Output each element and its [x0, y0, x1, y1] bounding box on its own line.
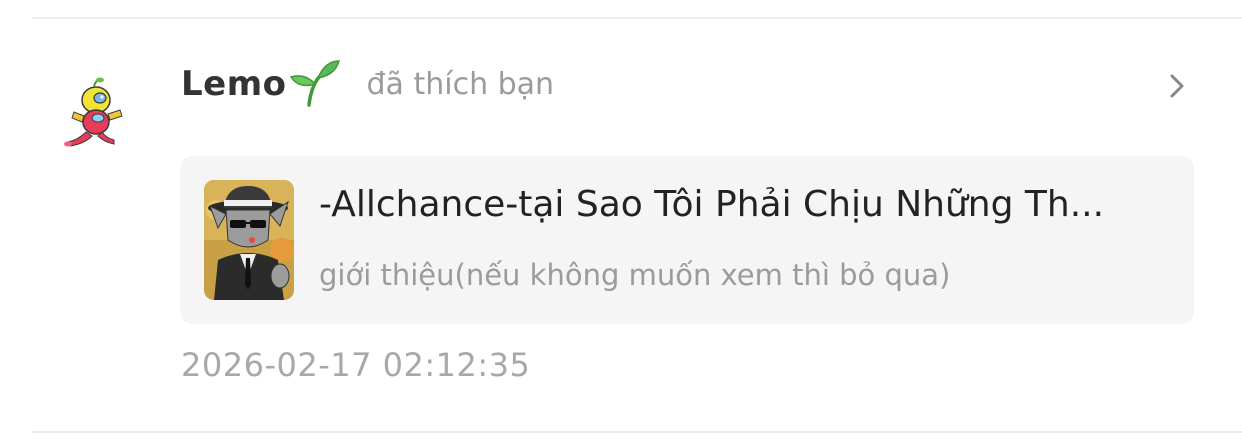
action-text: đã thích bạn — [366, 66, 555, 102]
notification-header: Lemo đã thích bạn — [181, 54, 554, 114]
user-avatar[interactable] — [56, 74, 140, 158]
notification-timestamp: 2026-02-17 02:12:35 — [181, 346, 531, 384]
top-divider — [32, 17, 1242, 19]
avatar-illustration — [64, 77, 123, 147]
story-card[interactable]: -Allchance-tại Sao Tôi Phải Chịu Những T… — [180, 156, 1194, 324]
cover-illustration — [204, 180, 294, 300]
bottom-divider — [32, 431, 1242, 433]
chevron-right-icon[interactable] — [1164, 71, 1190, 101]
story-title: -Allchance-tại Sao Tôi Phải Chịu Những T… — [319, 184, 1105, 225]
username[interactable]: Lemo — [181, 64, 287, 104]
sprout-icon — [289, 60, 340, 107]
story-cover-image[interactable] — [204, 180, 294, 300]
story-subtitle: giới thiệu(nếu không muốn xem thì bỏ qua… — [319, 258, 951, 292]
